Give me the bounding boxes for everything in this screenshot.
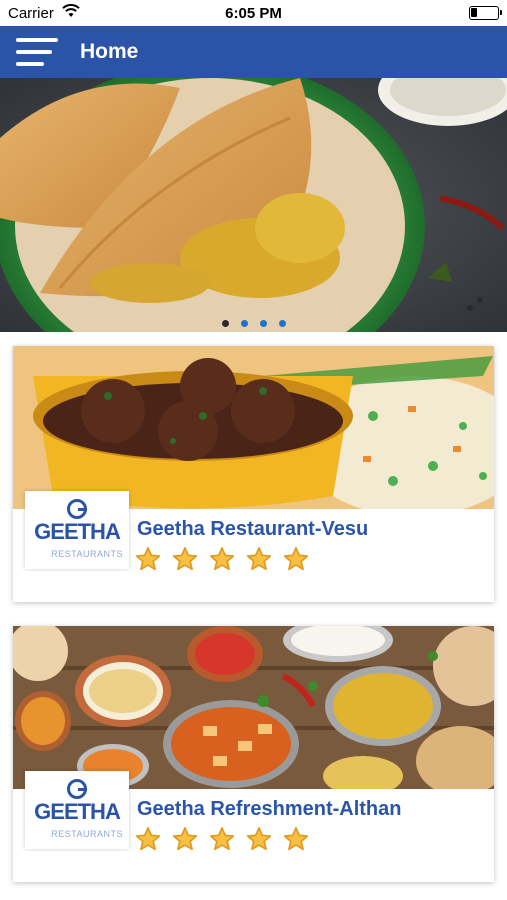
star-icon (135, 547, 161, 571)
star-icon (246, 827, 272, 851)
rating-stars (135, 546, 320, 577)
star-icon (246, 547, 272, 571)
carousel-dot[interactable] (240, 320, 248, 327)
star-icon (283, 547, 309, 571)
carousel-dots[interactable] (0, 314, 507, 332)
battery-icon (469, 6, 502, 20)
logo-subtext: RESTAURANTS (51, 549, 123, 559)
rating-stars (135, 826, 320, 857)
restaurant-logo: GEETHA RESTAURANTS (25, 491, 129, 569)
star-icon (172, 827, 198, 851)
restaurant-name: Geetha Restaurant-Vesu (137, 518, 369, 540)
clock: 6:05 PM (225, 5, 282, 22)
page-title: Home (80, 40, 139, 63)
status-bar: Carrier 6:05 PM (0, 0, 507, 26)
banner-carousel[interactable] (0, 78, 507, 332)
carousel-dot[interactable] (259, 320, 267, 327)
logo-g-icon (67, 779, 87, 799)
dosa-banner-image (0, 78, 507, 332)
star-icon (283, 827, 309, 851)
restaurant-food-image (13, 626, 494, 789)
hamburger-menu-icon[interactable] (16, 37, 58, 69)
restaurant-name: Geetha Refreshment-Althan (137, 798, 402, 820)
logo-subtext: RESTAURANTS (51, 829, 123, 839)
star-icon (172, 547, 198, 571)
star-icon (135, 827, 161, 851)
restaurant-card[interactable]: GEETHA RESTAURANTS Geetha Restaurant-Ves… (13, 346, 494, 602)
carousel-dot[interactable] (278, 320, 286, 327)
restaurant-food-image (13, 346, 494, 509)
restaurant-logo: GEETHA RESTAURANTS (25, 771, 129, 849)
restaurant-card[interactable]: GEETHA RESTAURANTS Geetha Refreshment-Al… (13, 626, 494, 882)
nav-bar: Home (0, 26, 507, 78)
logo-text: GEETHA (34, 799, 121, 824)
logo-g-icon (67, 499, 87, 519)
logo-text: GEETHA (34, 519, 121, 544)
carousel-dot[interactable] (221, 320, 229, 327)
star-icon (209, 547, 235, 571)
star-icon (209, 827, 235, 851)
